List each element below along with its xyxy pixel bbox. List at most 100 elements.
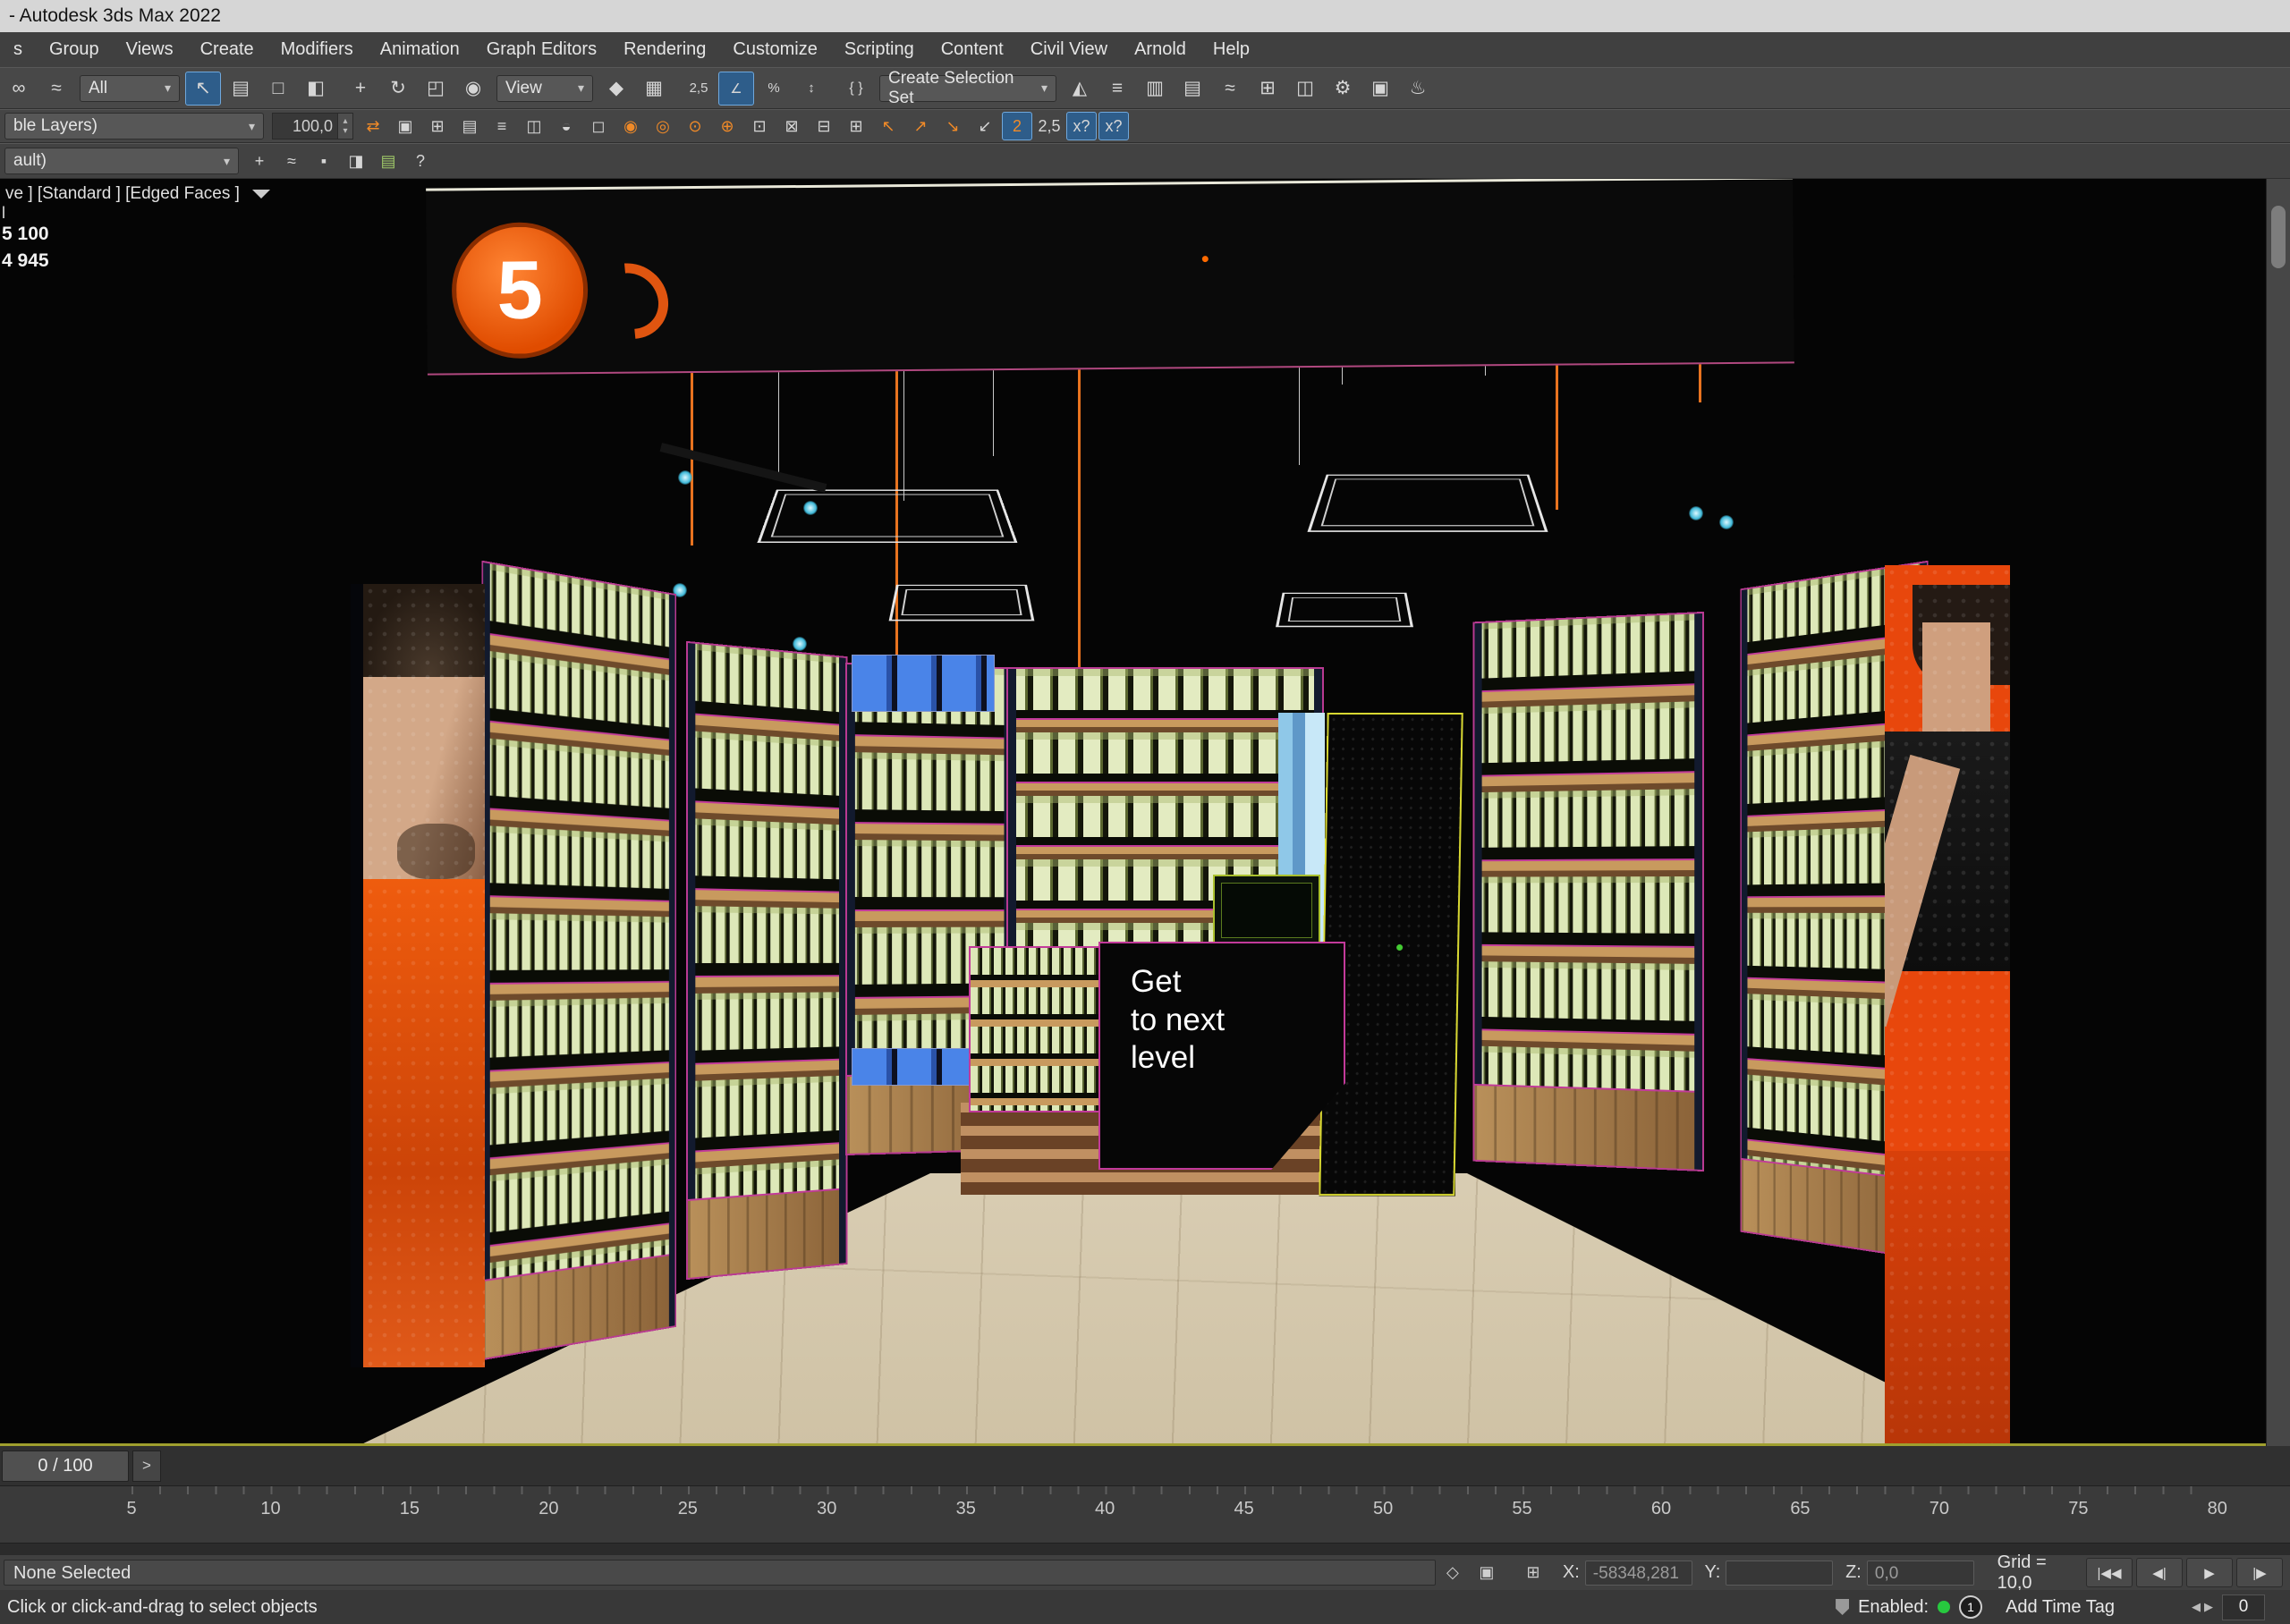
menu-item[interactable]: Scripting (831, 39, 928, 60)
x-coordinate-field[interactable]: -58348,281 (1585, 1561, 1692, 1586)
constraint-z-cursor-icon[interactable]: ↘ (937, 112, 968, 140)
track-bar[interactable]: 5101520253035404550556065707580 (0, 1486, 2290, 1544)
next-frame-nudge-button[interactable]: > (132, 1451, 161, 1482)
scene-banner[interactable]: 5 (426, 179, 1794, 376)
poster-woman[interactable] (1885, 565, 2010, 1446)
selection-lock-icon[interactable]: ▣ (1472, 1560, 1502, 1586)
viewport-label[interactable]: ve ] [Standard ] [Edged Faces ] (5, 184, 270, 204)
menu-item[interactable]: Civil View (1017, 39, 1121, 60)
add-selection-to-layer-icon[interactable]: ⊞ (422, 112, 453, 140)
note-icon[interactable]: ▤ (373, 147, 403, 175)
go-to-start-button[interactable]: |◀◀ (2086, 1558, 2133, 1587)
transform-typein-toggle-icon[interactable]: ⊞ (1518, 1560, 1548, 1586)
select-by-name-icon[interactable]: ▤ (223, 72, 259, 106)
spotlight-icon[interactable]: ◨ (341, 147, 371, 175)
set-current-layer-icon[interactable]: ≡ (487, 112, 517, 140)
axis-constraint-25-icon[interactable]: 2,5 (1034, 112, 1064, 140)
rendered-frame-window-icon[interactable]: ▣ (1362, 72, 1398, 106)
menu-item[interactable]: Rendering (610, 39, 719, 60)
play-button[interactable]: ▶ (2186, 1558, 2233, 1587)
schematic-view-icon[interactable]: ⊞ (1250, 72, 1285, 106)
create-new-layer-icon[interactable]: ▣ (390, 112, 420, 140)
align-icon[interactable]: ≡ (1099, 72, 1135, 106)
next-frame-button[interactable]: |▶ (2236, 1558, 2283, 1587)
ceiling-light-fixture[interactable] (757, 490, 1017, 544)
menu-item[interactable]: Arnold (1121, 39, 1200, 60)
frame-number-field[interactable]: 0 (2222, 1594, 2265, 1620)
add-icon[interactable]: + (244, 147, 275, 175)
snaps-toggle-25-icon[interactable]: 2,5 (681, 72, 717, 106)
xview-icon[interactable]: x? (1098, 112, 1129, 140)
edit-named-selection-sets-icon[interactable]: { } (838, 72, 874, 106)
snap-grid-icon[interactable]: ⊡ (744, 112, 775, 140)
select-objects-in-layer-icon[interactable]: ▤ (454, 112, 485, 140)
ceiling-light-fixture[interactable] (1307, 475, 1548, 532)
render-production-icon[interactable]: ♨ (1400, 72, 1436, 106)
time-slider[interactable]: 0 / 100 > (0, 1446, 2290, 1486)
menu-item[interactable]: Group (36, 39, 113, 60)
spinner-arrows-icon[interactable]: ▴▾ (338, 113, 353, 140)
render-setup-icon[interactable]: ⚙ (1325, 72, 1361, 106)
layer-properties-icon[interactable]: ◫ (519, 112, 549, 140)
layers-dropdown[interactable]: ble Layers) ▾ (4, 113, 264, 140)
select-object-icon[interactable]: ↖ (185, 72, 221, 106)
menu-item[interactable]: Animation (367, 39, 473, 60)
menu-item[interactable]: Content (928, 39, 1017, 60)
menu-item[interactable]: Customize (719, 39, 830, 60)
select-and-place-icon[interactable]: ◉ (455, 72, 491, 106)
value-spinner[interactable]: 100,0 ▴▾ (272, 113, 353, 140)
shelf-unit-right-back[interactable] (1474, 613, 1702, 1170)
command-panel-scrollbar[interactable] (2271, 206, 2286, 268)
blue-product-boxes[interactable] (852, 655, 995, 712)
perspective-viewport[interactable]: 5 (0, 179, 2290, 1446)
select-and-manipulate-icon[interactable]: ◆ (598, 72, 634, 106)
constraint-plane-cursor-icon[interactable]: ↙ (970, 112, 1000, 140)
snap-vertex-icon[interactable]: ⊠ (776, 112, 807, 140)
angle-snap-toggle-icon[interactable]: ∠ (718, 72, 754, 106)
select-and-link-icon[interactable]: ∞ (1, 72, 37, 106)
axis-constraint-2-icon[interactable]: 2 (1002, 112, 1032, 140)
percent-snap-toggle-icon[interactable]: % (756, 72, 792, 106)
help-icon[interactable]: ? (405, 147, 436, 175)
window-crossing-icon[interactable]: ◧ (298, 72, 334, 106)
frame-back-arrow-icon[interactable]: ◀ (2192, 1600, 2201, 1614)
bind-to-space-warp-icon[interactable]: ≈ (38, 72, 74, 106)
security-shield-icon[interactable] (1836, 1599, 1849, 1615)
shelf-unit-left-near[interactable] (483, 562, 675, 1358)
keyboard-shortcut-override-icon[interactable]: ▦ (636, 72, 672, 106)
use-transform-center-icon[interactable]: ⊙ (680, 112, 710, 140)
snap-face-icon[interactable]: ⊞ (841, 112, 871, 140)
time-slider-handle[interactable]: 0 / 100 (2, 1451, 129, 1482)
constraint-x-cursor-icon[interactable]: ↖ (873, 112, 903, 140)
poster-man[interactable] (351, 584, 485, 1367)
selection-filter-dropdown[interactable]: All ▾ (80, 75, 180, 102)
constraint-y-cursor-icon[interactable]: ↗ (905, 112, 936, 140)
ceiling-light-fixture[interactable] (889, 585, 1035, 621)
menu-item[interactable]: Views (113, 39, 187, 60)
shade-toggle-icon[interactable]: ▪ (309, 147, 339, 175)
select-similar-icon[interactable]: x? (1066, 112, 1097, 140)
soft-selection-icon[interactable]: ≈ (276, 147, 307, 175)
jar-display-stand[interactable] (969, 946, 1114, 1112)
track-light-beam[interactable] (660, 443, 827, 493)
frame-forward-arrow-icon[interactable]: ▶ (2204, 1600, 2213, 1614)
menu-item[interactable]: Create (187, 39, 267, 60)
previous-frame-button[interactable]: ◀| (2136, 1558, 2183, 1587)
shelf-unit-left-mid[interactable] (688, 643, 846, 1278)
menu-item[interactable]: Help (1200, 39, 1263, 60)
isolate-selection-icon[interactable]: ◇ (1438, 1560, 1468, 1586)
menu-item[interactable]: Graph Editors (473, 39, 610, 60)
viewport-filter-icon[interactable] (252, 190, 270, 199)
select-and-scale-icon[interactable]: ◰ (418, 72, 454, 106)
freeze-layer-icon[interactable]: ◻ (583, 112, 614, 140)
transform-gizmo-icon[interactable]: ⇄ (358, 112, 388, 140)
material-editor-icon[interactable]: ◫ (1287, 72, 1323, 106)
select-and-rotate-icon[interactable]: ↻ (380, 72, 416, 106)
add-time-tag-button[interactable]: Add Time Tag (2006, 1597, 2115, 1618)
reference-coordinate-dropdown[interactable]: View ▾ (496, 75, 593, 102)
toggle-scene-explorer-icon[interactable]: ▥ (1137, 72, 1173, 106)
select-and-move-icon[interactable]: + (343, 72, 378, 106)
toggle-layer-explorer-icon[interactable]: ▤ (1175, 72, 1210, 106)
align-to-pivot-icon[interactable]: ⊕ (712, 112, 742, 140)
curve-editor-icon[interactable]: ≈ (1212, 72, 1248, 106)
